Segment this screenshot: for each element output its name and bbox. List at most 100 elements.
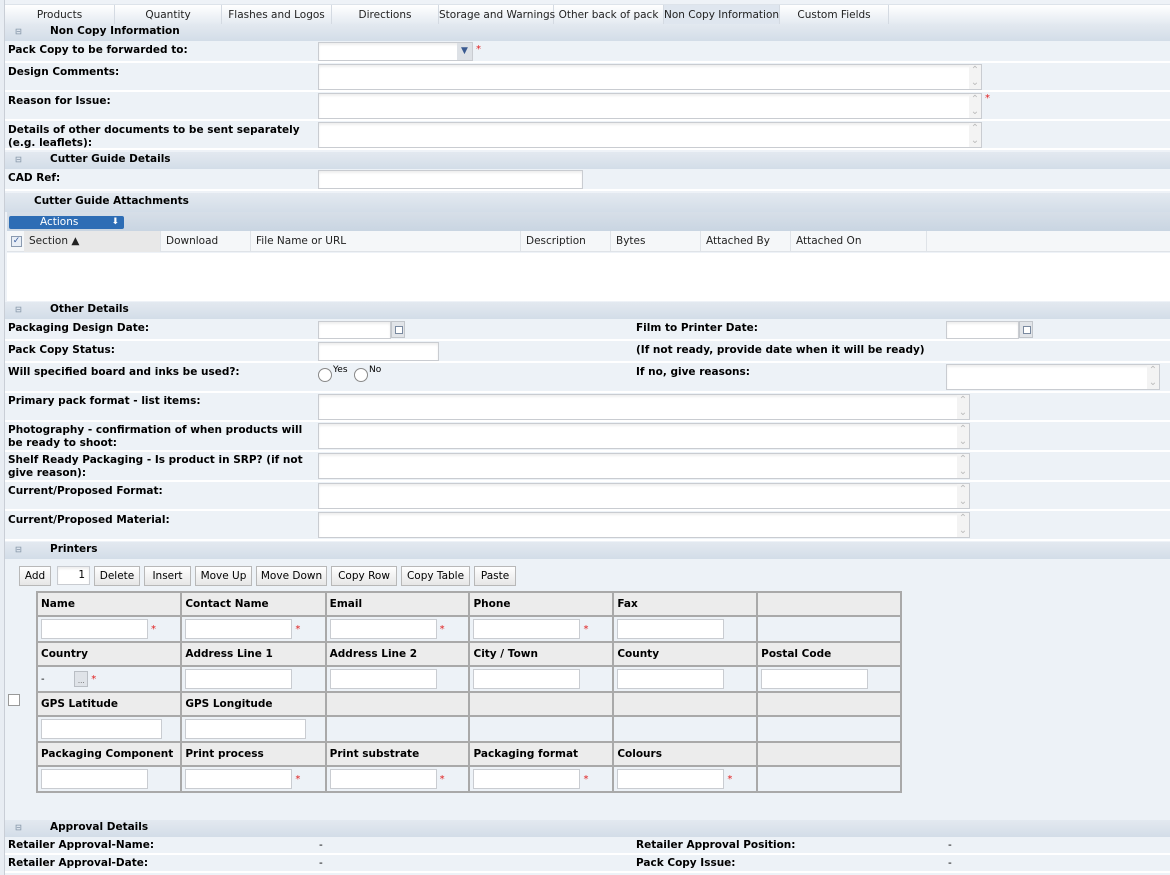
calendar-icon[interactable]: [1019, 321, 1033, 338]
tab-custom-fields[interactable]: Custom Fields: [780, 5, 889, 25]
print-substrate-input[interactable]: [329, 769, 437, 789]
copy-table-button[interactable]: Copy Table: [401, 566, 470, 586]
scrollbar[interactable]: ⌃ ⌄: [969, 94, 981, 118]
scrollbar[interactable]: ⌃ ⌄: [957, 454, 969, 478]
reasons-textarea[interactable]: ⌃ ⌄: [946, 364, 1160, 390]
tab-non-copy-information[interactable]: Non Copy Information: [664, 5, 780, 25]
column-bytes[interactable]: Bytes: [611, 231, 701, 252]
scrollbar[interactable]: ⌃ ⌄: [957, 395, 969, 419]
column-section[interactable]: Section ▲: [24, 231, 161, 252]
gps-latitude-input[interactable]: [41, 719, 162, 739]
fax-input[interactable]: [617, 619, 725, 639]
scrollbar[interactable]: ⌃ ⌄: [957, 424, 969, 448]
email-input[interactable]: [329, 619, 437, 639]
tab-products[interactable]: Products: [5, 5, 115, 25]
row-pack-copy: Pack Copy to be forwarded to: ▼ *: [5, 41, 1170, 63]
actions-button[interactable]: Actions ⬇: [9, 216, 124, 229]
column-attached-on[interactable]: Attached On: [791, 231, 927, 252]
design-comments-textarea[interactable]: ⌃ ⌄: [318, 64, 982, 90]
radio-no[interactable]: [354, 368, 368, 382]
add-count-input[interactable]: 1: [57, 566, 90, 585]
pack-copy-status-input[interactable]: [318, 342, 439, 361]
radio-yes[interactable]: [318, 368, 332, 382]
scrollbar[interactable]: ⌃ ⌄: [957, 513, 969, 537]
copy-row-button[interactable]: Copy Row: [331, 566, 397, 586]
delete-button[interactable]: Delete: [94, 566, 140, 586]
add-button[interactable]: Add: [19, 566, 51, 586]
phone-input[interactable]: [473, 619, 581, 639]
section-cutter-guide-details: ⊟ Cutter Guide Details: [5, 152, 1170, 169]
film-to-printer-date-input[interactable]: [946, 321, 1019, 339]
city-town-input[interactable]: [473, 669, 581, 689]
column-file-name[interactable]: File Name or URL: [251, 231, 521, 252]
cell-packaging-format: *: [468, 765, 615, 793]
primary-pack-textarea[interactable]: ⌃ ⌄: [318, 394, 970, 420]
header-empty: [756, 691, 902, 717]
paste-button[interactable]: Paste: [474, 566, 516, 586]
column-download[interactable]: Download: [161, 231, 251, 252]
packaging-design-date-label: Packaging Design Date:: [8, 322, 150, 334]
row-select-checkbox[interactable]: [8, 694, 20, 706]
srp-label: Shelf Ready Packaging - Is product in SR…: [8, 454, 303, 479]
collapse-icon[interactable]: ⊟: [15, 305, 22, 314]
scrollbar[interactable]: ⌃ ⌄: [969, 65, 981, 89]
section-cutter-guide-attachments: Cutter Guide Attachments: [5, 193, 1170, 212]
row-material: Current/Proposed Material: ⌃ ⌄: [5, 511, 1170, 541]
packaging-component-input[interactable]: [41, 769, 148, 789]
photography-textarea[interactable]: ⌃ ⌄: [318, 423, 970, 449]
packaging-format-input[interactable]: [473, 769, 581, 789]
column-attached-by[interactable]: Attached By: [701, 231, 791, 252]
scrollbar[interactable]: ⌃ ⌄: [1147, 365, 1159, 389]
format-textarea[interactable]: ⌃ ⌄: [318, 483, 970, 509]
row-approval-1: Retailer Approval-Name: - Retailer Appro…: [5, 837, 1170, 855]
header-gps-longitude: GPS Longitude: [180, 691, 327, 717]
lookup-icon[interactable]: ...: [74, 671, 89, 687]
material-textarea[interactable]: ⌃ ⌄: [318, 512, 970, 538]
packaging-design-date-input[interactable]: [318, 321, 391, 339]
collapse-icon[interactable]: ⊟: [15, 27, 22, 36]
county-input[interactable]: [617, 669, 725, 689]
cad-ref-label: CAD Ref:: [8, 172, 61, 184]
collapse-icon[interactable]: ⊟: [15, 155, 22, 164]
tab-flashes-logos[interactable]: Flashes and Logos: [222, 5, 332, 25]
tab-storage-warnings[interactable]: Storage and Warnings: [439, 5, 555, 25]
insert-button[interactable]: Insert: [144, 566, 191, 586]
tab-other-back-of-pack[interactable]: Other back of pack: [554, 5, 664, 25]
calendar-icon[interactable]: [391, 321, 405, 338]
move-up-button[interactable]: Move Up: [195, 566, 252, 586]
pack-copy-issue-value: -: [948, 857, 952, 869]
move-down-button[interactable]: Move Down: [256, 566, 327, 586]
gps-longitude-input[interactable]: [185, 719, 307, 739]
postal-code-input[interactable]: [761, 669, 869, 689]
header-empty: [324, 691, 471, 717]
other-documents-textarea[interactable]: ⌃ ⌄: [318, 122, 982, 148]
required-marker: *: [91, 674, 97, 685]
reason-textarea[interactable]: ⌃ ⌄: [318, 93, 982, 119]
cell-address-line-2: [324, 665, 471, 693]
colours-input[interactable]: [617, 769, 725, 789]
cell-country: - ... *: [35, 665, 183, 693]
contact-name-input[interactable]: [185, 619, 293, 639]
print-process-input[interactable]: [185, 769, 293, 789]
select-all-checkbox[interactable]: ✓: [11, 236, 22, 247]
scrollbar[interactable]: ⌃ ⌄: [957, 484, 969, 508]
yes-label: Yes: [333, 365, 348, 375]
tab-bar: Products Quantity Flashes and Logos Dire…: [5, 4, 1170, 25]
pack-copy-select[interactable]: ▼: [318, 42, 473, 61]
address-line-1-input[interactable]: [185, 669, 293, 689]
srp-textarea[interactable]: ⌃ ⌄: [318, 453, 970, 479]
address-line-2-input[interactable]: [329, 669, 437, 689]
cell-empty: [756, 765, 902, 793]
scrollbar[interactable]: ⌃ ⌄: [969, 123, 981, 147]
actions-label: Actions: [40, 216, 79, 228]
tab-quantity[interactable]: Quantity: [115, 5, 222, 25]
cad-ref-input[interactable]: [318, 170, 583, 189]
collapse-icon[interactable]: ⊟: [15, 545, 22, 554]
section-other-details: ⊟ Other Details: [5, 302, 1170, 319]
column-description[interactable]: Description: [521, 231, 611, 252]
tab-directions[interactable]: Directions: [332, 5, 439, 25]
chevron-down-icon[interactable]: ▼: [457, 43, 472, 60]
collapse-icon[interactable]: ⊟: [15, 823, 22, 832]
required-marker: *: [985, 93, 990, 104]
name-input[interactable]: [41, 619, 148, 639]
